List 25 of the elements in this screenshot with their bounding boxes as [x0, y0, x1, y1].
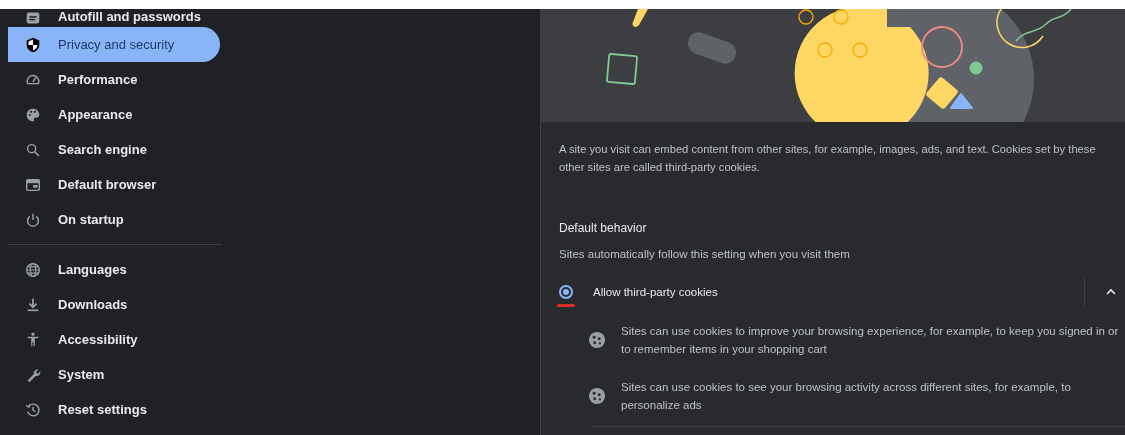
- sidebar-item[interactable]: Languages: [8, 252, 220, 287]
- cookie-icon: [589, 388, 605, 404]
- shield-icon: [24, 35, 42, 54]
- radio-button[interactable]: [559, 285, 573, 299]
- sidebar-item[interactable]: System: [8, 357, 220, 392]
- globe-icon: [24, 260, 42, 279]
- sidebar-item[interactable]: Accessibility: [8, 322, 220, 357]
- sidebar-item[interactable]: Downloads: [8, 287, 220, 322]
- sidebar-item[interactable]: On startup: [8, 202, 220, 237]
- cookie-icon: [589, 332, 605, 348]
- history-icon: [24, 400, 42, 419]
- detail-text: Sites can use cookies to see your browsing activity across different sites, for example, to personalize ads: [621, 380, 1072, 413]
- description-text: A site you visit can embed content from other sites, for example, images, ads, and text. Cookies set by these other sites are called third-party cookies.: [559, 142, 1097, 175]
- sidebar-item[interactable]: Autofill and passwords: [8, 9, 220, 27]
- detail-text: Sites can use cookies to improve your browsing experience, for example, to keep you signed in or to remember items in your shopping cart: [621, 324, 1120, 357]
- sidebar-item[interactable]: Reset settings: [8, 392, 220, 427]
- underline-mark: [557, 304, 575, 307]
- sidebar-item[interactable]: Appearance: [8, 97, 220, 132]
- option-label: Allow third-party cookies: [593, 286, 719, 298]
- sidebar-item[interactable]: Privacy and security: [8, 27, 220, 62]
- sidebar-item[interactable]: Default browser: [8, 167, 220, 202]
- sidebar-item[interactable]: Search engine: [8, 132, 220, 167]
- sidebar-item[interactable]: Performance: [8, 62, 220, 97]
- section-title: Default behavior: [559, 221, 648, 235]
- section-subtitle: Sites automatically follow this setting when you visit them: [559, 248, 851, 260]
